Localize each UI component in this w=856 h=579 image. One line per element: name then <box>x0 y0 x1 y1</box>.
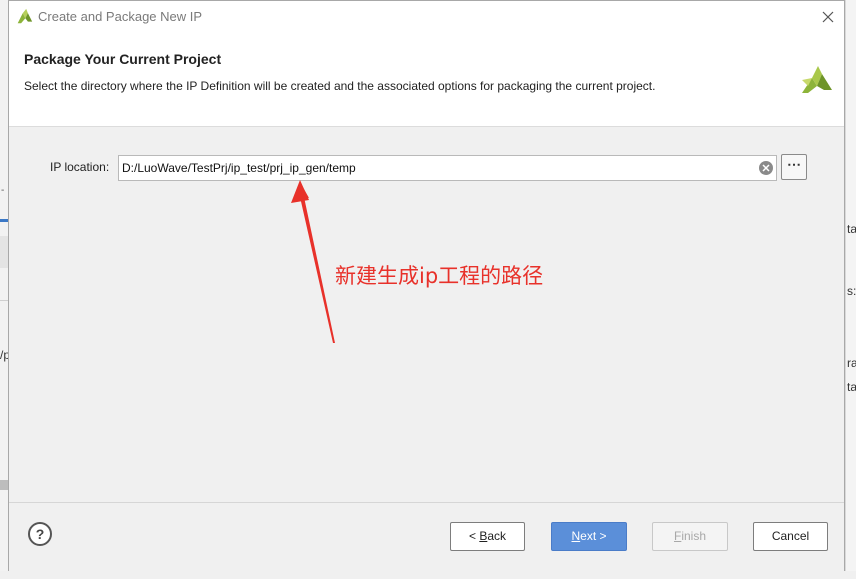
background-text: - <box>1 185 5 196</box>
page-title: Package Your Current Project <box>24 51 222 67</box>
clear-icon[interactable] <box>758 160 774 176</box>
content-area <box>9 126 844 503</box>
browse-button[interactable]: ⋯ <box>781 154 807 180</box>
background-app-left: - /p <box>0 0 10 579</box>
next-button[interactable]: Next > <box>551 522 627 551</box>
window-title: Create and Package New IP <box>38 9 203 24</box>
background-text: ta <box>847 222 856 236</box>
vivado-logo-icon <box>17 8 33 24</box>
finish-button: Finish <box>652 522 728 551</box>
ip-location-input[interactable] <box>118 155 777 181</box>
vivado-logo-icon <box>802 66 832 93</box>
background-panel <box>0 236 8 268</box>
help-button[interactable]: ? <box>28 522 52 546</box>
cancel-button[interactable]: Cancel <box>753 522 828 551</box>
background-scroll <box>0 480 8 490</box>
background-app-right: ta s: ra ta <box>845 0 856 579</box>
background-app-bottom <box>0 571 856 579</box>
background-accent-line <box>0 219 8 222</box>
title-bar[interactable]: Create and Package New IP <box>9 1 844 33</box>
page-description: Select the directory where the IP Defini… <box>24 79 656 93</box>
background-text: ta <box>847 380 856 394</box>
close-icon[interactable] <box>818 7 838 27</box>
background-text: s: <box>847 284 856 298</box>
ip-location-label: IP location: <box>50 160 110 174</box>
back-button[interactable]: < Back <box>450 522 525 551</box>
annotation-text: 新建生成ip工程的路径 <box>335 264 544 288</box>
background-divider <box>0 300 8 301</box>
background-text: ra <box>847 356 856 370</box>
